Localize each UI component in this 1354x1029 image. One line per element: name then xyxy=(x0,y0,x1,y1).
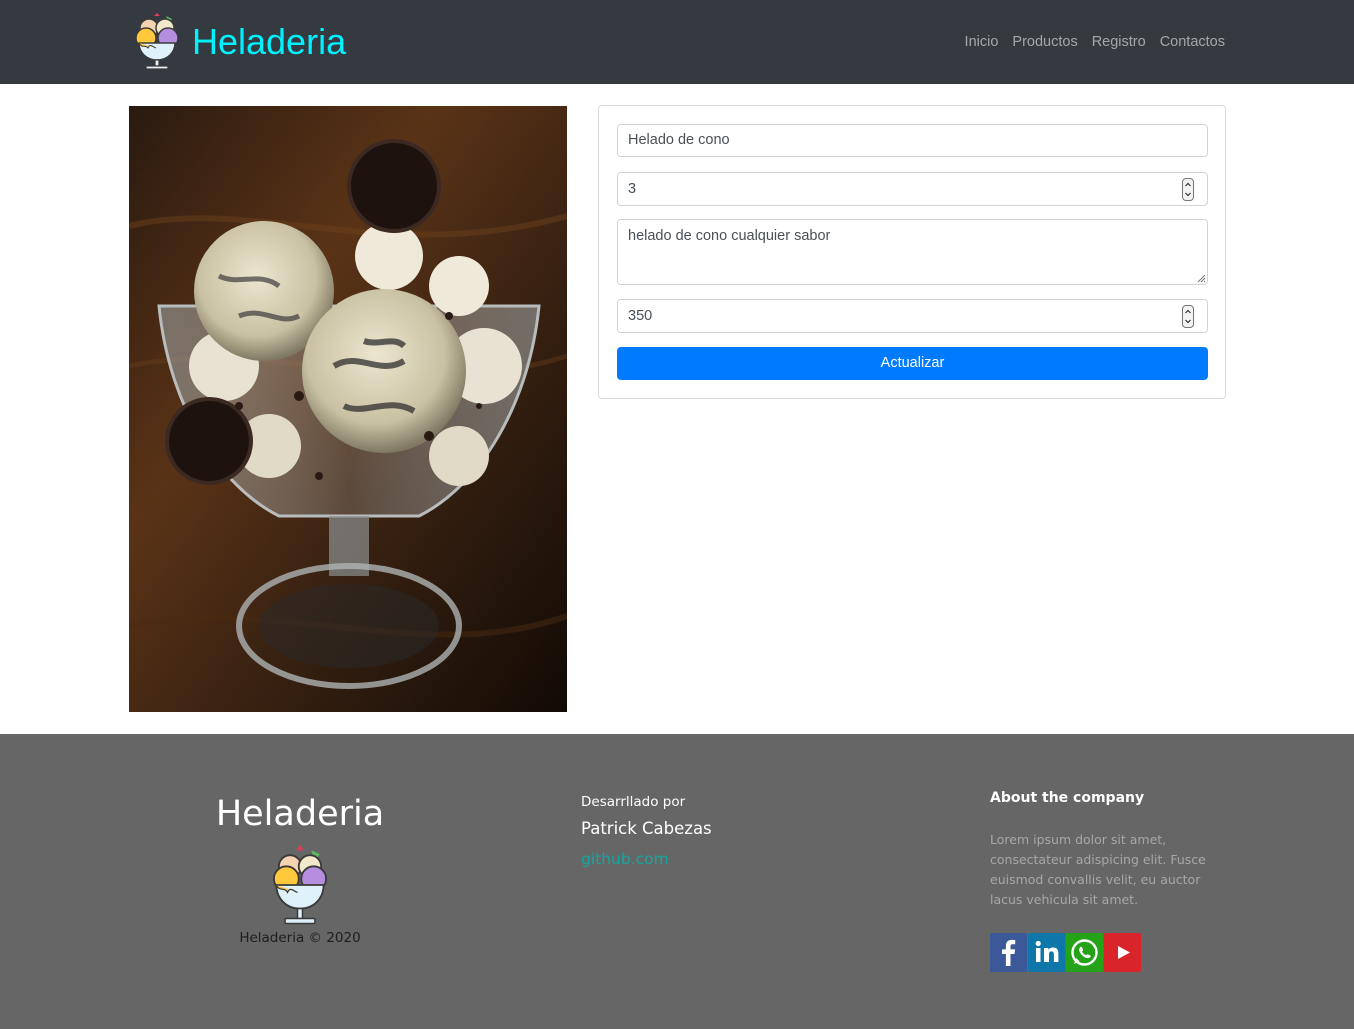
linkedin-icon[interactable] xyxy=(1028,933,1065,972)
navbar: Heladeria Inicio Productos Registro Cont… xyxy=(0,0,1354,84)
footer-brand: Heladeria xyxy=(215,794,385,834)
developer-name: Patrick Cabezas xyxy=(581,819,712,838)
update-button[interactable]: Actualizar xyxy=(617,347,1208,380)
resize-handle-icon[interactable] xyxy=(1196,273,1206,283)
nav-link-productos[interactable]: Productos xyxy=(1012,34,1077,50)
nav-link-registro[interactable]: Registro xyxy=(1092,34,1146,50)
description-value: helado de cono cualquier sabor xyxy=(628,228,831,244)
ice-cream-logo-icon xyxy=(272,845,328,925)
about-title: About the company xyxy=(990,790,1145,806)
nav-link-inicio[interactable]: Inicio xyxy=(965,34,999,50)
description-textarea[interactable]: helado de cono cualquier sabor xyxy=(617,219,1208,285)
social-links xyxy=(990,933,1142,972)
quantity-input[interactable]: 3 xyxy=(617,172,1208,206)
facebook-icon[interactable] xyxy=(990,933,1027,972)
brand-link[interactable]: Heladeria xyxy=(133,12,346,72)
stepper-arrows-icon xyxy=(1185,309,1191,324)
product-name-input[interactable]: Helado de cono xyxy=(617,124,1208,157)
ice-cream-logo-icon xyxy=(135,13,179,70)
brand-name: Heladeria xyxy=(192,21,347,62)
price-value: 350 xyxy=(628,308,653,324)
quantity-value: 3 xyxy=(628,181,637,197)
main-nav: Inicio Productos Registro Contactos xyxy=(951,34,1225,50)
price-stepper[interactable] xyxy=(1182,305,1194,328)
youtube-icon[interactable] xyxy=(1104,933,1141,972)
whatsapp-icon[interactable] xyxy=(1066,933,1103,972)
footer-copyright: Heladeria © 2020 xyxy=(239,930,361,946)
price-input[interactable]: 350 xyxy=(617,299,1208,333)
quantity-stepper[interactable] xyxy=(1182,178,1194,201)
product-edit-form: Helado de cono 3 helado de cono cualquie… xyxy=(598,105,1226,399)
about-text: Lorem ipsum dolor sit amet, consectateur… xyxy=(990,832,1206,907)
footer: Heladeria Heladeria © 2020 Desarrllado p… xyxy=(0,734,1354,1029)
github-link[interactable]: github.com xyxy=(581,850,669,868)
stepper-arrows-icon xyxy=(1185,182,1191,197)
product-photo xyxy=(129,106,567,712)
nav-link-contactos[interactable]: Contactos xyxy=(1160,34,1225,50)
developer-label: Desarrllado por xyxy=(581,794,686,810)
